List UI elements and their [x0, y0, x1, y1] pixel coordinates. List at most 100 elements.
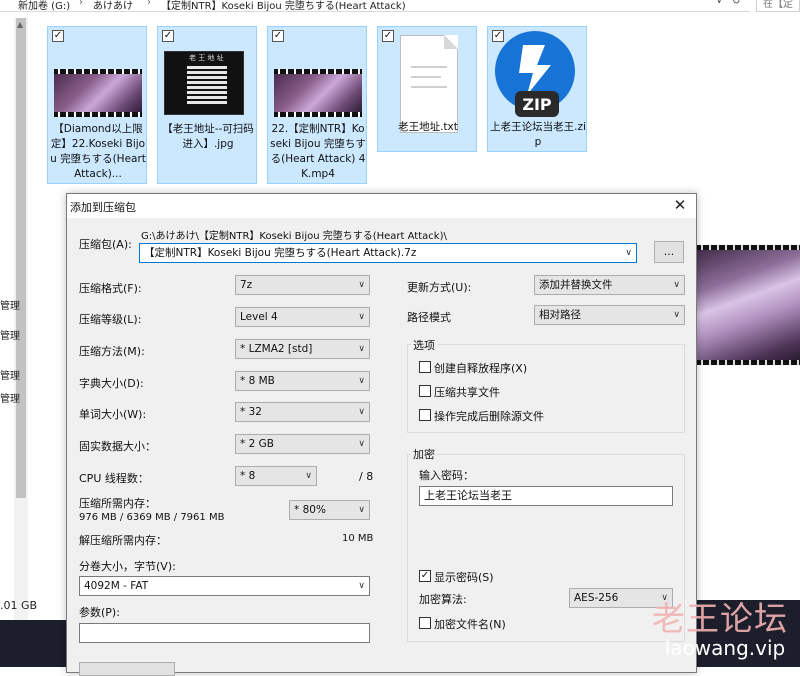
chevron-down-icon: ∨ — [305, 471, 312, 481]
breadcrumb-separator: › — [79, 0, 83, 8]
show-password-checkbox[interactable]: ✓ — [419, 570, 431, 582]
nav-item-label[interactable]: 管理 — [0, 327, 20, 342]
password-input[interactable]: 上老王论坛当老王 — [419, 486, 673, 506]
chevron-down-icon: ∨ — [358, 505, 365, 515]
file-tile-text[interactable]: ✓ 老王地址.txt — [377, 26, 477, 152]
method-label: 压缩方法(M): — [79, 345, 145, 358]
encryption-method-value: AES-256 — [574, 592, 619, 604]
refresh-icon[interactable]: ↻ — [732, 0, 746, 7]
level-select[interactable]: Level 4 ∨ — [235, 307, 370, 327]
address-bar[interactable]: 新加卷 (G:) › あけあけ › 【定制NTR】Koseki Bijou 完堕… — [0, 0, 750, 12]
selection-checkbox[interactable]: ✓ — [272, 30, 284, 42]
delete-after-checkbox[interactable] — [419, 409, 431, 421]
breadcrumb-drive[interactable]: 新加卷 (G:) — [18, 0, 70, 11]
chevron-down-icon: ∨ — [358, 376, 365, 386]
background-video-thumbnail — [697, 245, 800, 365]
chevron-down-icon[interactable]: ∨ — [625, 244, 632, 262]
qr-caption: 老 王 地 址 — [189, 54, 224, 62]
decompression-memory-value: 10 MB — [342, 533, 374, 544]
breadcrumb-current-folder[interactable]: 【定制NTR】Koseki Bijou 完堕ちする(Heart Attack) — [161, 0, 406, 11]
file-tile-video-1[interactable]: ✓ 【Diamond以上限定】22.Koseki Bijou 完堕ちする(Hea… — [47, 26, 147, 184]
solid-block-select[interactable]: * 2 GB ∨ — [235, 434, 370, 454]
shared-files-label: 压缩共享文件 — [434, 386, 500, 399]
file-tile-qr-image[interactable]: ✓ 老 王 地 址 【老王地址--可扫码进入】.jpg — [157, 26, 257, 184]
settings-button[interactable] — [79, 662, 175, 676]
cpu-threads-select[interactable]: * 8 ∨ — [235, 466, 317, 486]
show-password-label: 显示密码(S) — [434, 571, 494, 584]
level-label: 压缩等级(L): — [79, 313, 142, 326]
navigation-scrollbar[interactable]: ▲ — [14, 18, 28, 623]
breadcrumb-folder[interactable]: あけあけ — [93, 0, 133, 11]
encrypt-filenames-label: 加密文件名(N) — [434, 618, 506, 631]
text-line — [411, 86, 447, 88]
update-mode-select[interactable]: 添加并替换文件 ∨ — [534, 275, 685, 295]
shared-files-checkbox[interactable] — [419, 385, 431, 397]
file-name: 【Diamond以上限定】22.Koseki Bijou 完堕ちする(Heart… — [50, 123, 146, 180]
add-to-archive-dialog: 添加到压缩包 ✕ 压缩包(A): G:\あけあけ\【定制NTR】Koseki B… — [66, 193, 697, 676]
split-volume-value: 4092M - FAT — [84, 580, 149, 592]
nav-item-label[interactable]: 管理 — [0, 297, 20, 312]
search-input[interactable]: 在【定 — [756, 0, 800, 12]
browse-button[interactable]: ... — [654, 241, 684, 263]
file-name: 老王地址.txt — [398, 121, 458, 133]
archive-label: 压缩包(A): — [79, 238, 132, 251]
cpu-threads-label: CPU 线程数： — [79, 472, 149, 485]
format-select[interactable]: 7z ∨ — [235, 275, 370, 295]
watermark-url: laowang.vip — [664, 636, 786, 660]
nav-item-label[interactable]: 管理 — [0, 367, 20, 382]
page-fold — [444, 35, 458, 49]
memory-percent-select[interactable]: * 80% ∨ — [289, 500, 370, 520]
word-size-label: 单词大小(W): — [79, 408, 147, 421]
solid-block-value: * 2 GB — [240, 438, 274, 450]
method-value: * LZMA2 [std] — [240, 343, 313, 355]
path-mode-value: 相对路径 — [539, 309, 581, 321]
update-mode-label: 更新方式(U): — [407, 281, 472, 294]
zip-label: ZIP — [522, 95, 552, 114]
film-strip-top — [274, 69, 362, 74]
format-value: 7z — [240, 279, 253, 291]
archive-name-combo[interactable]: 【定制NTR】Koseki Bijou 完堕ちする(Heart Attack).… — [139, 243, 637, 263]
decompression-memory-label: 解压缩所需内存： — [79, 534, 167, 547]
dialog-titlebar[interactable]: 添加到压缩包 ✕ — [67, 194, 696, 218]
word-size-value: * 32 — [240, 406, 262, 418]
sfx-label: 创建自释放程序(X) — [434, 362, 528, 375]
chevron-down-icon: ∨ — [358, 312, 365, 322]
chevron-down-icon[interactable]: ∨ — [716, 0, 730, 6]
cpu-threads-max: / 8 — [359, 470, 374, 483]
parameters-input[interactable] — [79, 623, 370, 643]
breadcrumb-separator: › — [147, 0, 151, 8]
scroll-up-icon[interactable]: ▲ — [17, 20, 23, 29]
file-tile-zip[interactable]: ✓ ZIP 上老王论坛当老王.zip — [487, 26, 587, 152]
nav-item-label[interactable]: 管理 — [0, 390, 20, 405]
chevron-down-icon: ∨ — [673, 280, 680, 290]
selection-checkbox[interactable]: ✓ — [162, 30, 174, 42]
archive-path: G:\あけあけ\【定制NTR】Koseki Bijou 完堕ちする(Heart … — [141, 231, 447, 242]
update-mode-value: 添加并替换文件 — [539, 279, 613, 291]
background-thumbnail — [0, 620, 70, 667]
format-label: 压缩格式(F): — [79, 282, 142, 295]
dictionary-label: 字典大小(D): — [79, 377, 144, 390]
file-tile-video-2[interactable]: ✓ 22.【定制NTR】Koseki Bijou 完堕ちする(Heart Att… — [267, 26, 367, 184]
encrypt-filenames-checkbox[interactable] — [419, 617, 431, 629]
text-line — [411, 76, 441, 78]
video-thumbnail — [274, 69, 362, 117]
dictionary-select[interactable]: * 8 MB ∨ — [235, 371, 370, 391]
selection-checkbox[interactable]: ✓ — [382, 30, 394, 42]
chevron-down-icon: ∨ — [358, 407, 365, 417]
path-mode-select[interactable]: 相对路径 ∨ — [534, 305, 685, 325]
split-volume-select[interactable]: 4092M - FAT ∨ — [79, 576, 370, 596]
password-label: 输入密码： — [419, 469, 474, 482]
method-select[interactable]: * LZMA2 [std] ∨ — [235, 339, 370, 359]
cpu-threads-value: * 8 — [240, 470, 256, 482]
qr-code-icon — [187, 64, 227, 104]
close-icon[interactable]: ✕ — [670, 195, 690, 215]
video-thumbnail — [54, 69, 142, 117]
selection-checkbox[interactable]: ✓ — [52, 30, 64, 42]
encryption-title: 加密 — [411, 446, 437, 462]
sfx-checkbox[interactable] — [419, 361, 431, 373]
encryption-method-label: 加密算法: — [419, 593, 467, 606]
scrollbar-thumb[interactable] — [16, 18, 26, 498]
word-size-select[interactable]: * 32 ∨ — [235, 402, 370, 422]
delete-after-label: 操作完成后删除源文件 — [434, 410, 544, 423]
file-name: 【老王地址--可扫码进入】.jpg — [162, 123, 254, 150]
